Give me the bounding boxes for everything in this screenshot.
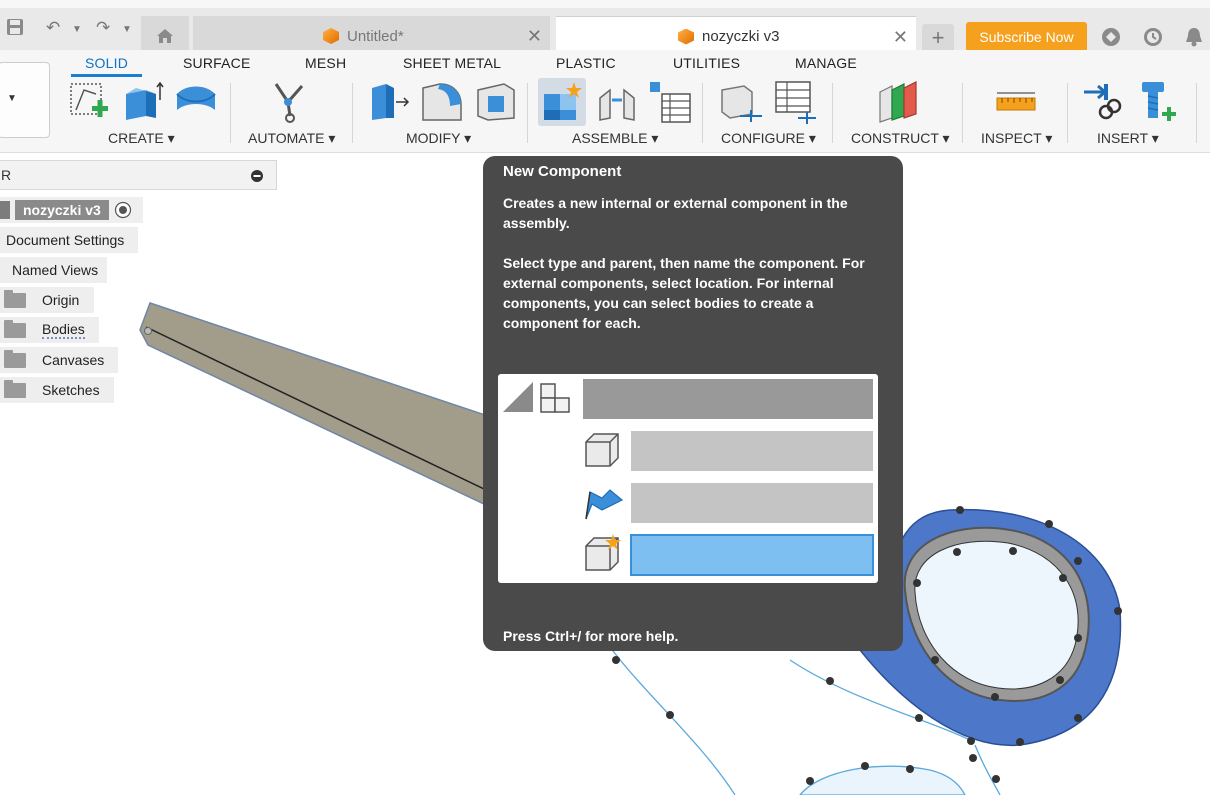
automate-icon[interactable] (268, 80, 312, 124)
create-sketch-icon[interactable] (68, 80, 110, 122)
redo-dropdown-icon[interactable]: ▼ (122, 24, 132, 35)
offset-plane-icon[interactable] (876, 80, 920, 124)
root-expander[interactable] (0, 201, 10, 219)
tooltip-details: Select type and parent, then name the co… (503, 255, 865, 331)
browser-item-named-views[interactable]: Named Views (0, 257, 107, 283)
group-inspect[interactable]: INSPECT ▾ (981, 130, 1052, 147)
revolve-icon[interactable] (174, 80, 218, 122)
extrude-icon[interactable] (122, 80, 164, 122)
tab-utilities[interactable]: UTILITIES (673, 55, 740, 71)
tab-surface[interactable]: SURFACE (183, 55, 251, 71)
collapse-panel-icon[interactable] (250, 169, 264, 183)
fillet-icon[interactable] (420, 80, 464, 122)
tooltip-illustration (498, 374, 878, 583)
app-window: ↶ ▼ ↷ ▼ Untitled* ✕ nozyczki v3 ✕ + Subs… (0, 0, 1210, 795)
measure-icon[interactable] (996, 90, 1036, 114)
group-separator (1067, 83, 1068, 143)
illustration-graphic (503, 379, 874, 576)
active-radio-icon[interactable] (114, 201, 132, 219)
group-construct[interactable]: CONSTRUCT ▾ (851, 130, 950, 147)
group-assemble[interactable]: ASSEMBLE ▾ (572, 130, 658, 147)
document-tab-label: Untitled* (347, 27, 404, 45)
active-tab-indicator (71, 74, 142, 77)
browser-item-canvases[interactable]: Canvases (0, 347, 118, 373)
browser-item-bodies[interactable]: Bodies (0, 317, 99, 343)
tree-item-label: Document Settings (6, 232, 125, 248)
browser-item-origin[interactable]: Origin (0, 287, 94, 313)
bill-of-materials-icon[interactable] (648, 80, 692, 124)
tree-item-label: Named Views (12, 262, 99, 278)
close-tab-icon[interactable]: ✕ (527, 26, 542, 47)
browser-item-sketches[interactable]: Sketches (0, 377, 114, 403)
tab-solid[interactable]: SOLID (85, 55, 128, 71)
joint-icon[interactable] (596, 80, 638, 122)
sketch-ellipse-partial (799, 765, 966, 795)
tab-manage[interactable]: MANAGE (795, 55, 857, 71)
tab-plastic[interactable]: PLASTIC (556, 55, 616, 71)
group-separator (352, 83, 353, 143)
tooltip-help-text: Press Ctrl+/ for more help. (503, 628, 679, 644)
new-component-icon[interactable] (542, 80, 584, 122)
group-separator (230, 83, 231, 143)
folder-icon (4, 379, 26, 398)
insert-derive-icon[interactable] (1082, 80, 1126, 124)
browser-root-item[interactable]: nozyczki v3 (0, 197, 143, 223)
design-file-icon (323, 28, 339, 44)
group-separator (832, 83, 833, 143)
document-tab-label: nozyczki v3 (702, 28, 780, 45)
tree-item-label: Sketches (42, 382, 100, 398)
folder-icon (4, 319, 26, 338)
subscribe-button[interactable]: Subscribe Now (966, 22, 1087, 52)
title-bar: ↶ ▼ ↷ ▼ Untitled* ✕ nozyczki v3 ✕ + Subs… (0, 0, 1210, 56)
group-automate[interactable]: AUTOMATE ▾ (248, 130, 335, 147)
group-separator (527, 83, 528, 143)
redo-icon[interactable]: ↷ (96, 18, 110, 38)
configure-design-icon[interactable] (720, 80, 764, 124)
tooltip-description: Creates a new internal or external compo… (503, 195, 848, 231)
tree-item-label: Canvases (42, 352, 105, 368)
new-component-tooltip: New Component Creates a new internal or … (483, 156, 903, 651)
group-create[interactable]: CREATE ▾ (108, 130, 175, 147)
group-separator (962, 83, 963, 143)
shell-icon[interactable] (474, 80, 518, 122)
tree-item-label: Bodies (42, 321, 85, 339)
workspace-switcher[interactable]: ▼ (0, 62, 50, 138)
sketch-curve-3 (974, 744, 1001, 795)
root-label: nozyczki v3 (15, 200, 109, 220)
browser-title: R (1, 167, 12, 183)
group-modify[interactable]: MODIFY ▾ (406, 130, 471, 147)
blade-pivot-point (144, 327, 152, 335)
save-icon[interactable] (6, 18, 24, 41)
configuration-table-icon[interactable] (774, 80, 818, 124)
group-configure[interactable]: CONFIGURE ▾ (721, 130, 816, 147)
browser-item-document-settings[interactable]: Document Settings (0, 227, 138, 253)
extensions-icon[interactable] (1100, 26, 1122, 48)
browser-header[interactable]: R (0, 160, 277, 190)
undo-dropdown-icon[interactable]: ▼ (72, 24, 82, 35)
folder-icon (4, 349, 26, 368)
insert-mcmaster-icon[interactable] (1136, 80, 1180, 124)
close-tab-icon[interactable]: ✕ (893, 27, 908, 48)
job-status-icon[interactable] (1142, 26, 1164, 48)
tree-item-label: Origin (42, 292, 80, 308)
tab-sheet-metal[interactable]: SHEET METAL (403, 55, 501, 71)
toolbar-ribbon: ▼ SOLID SURFACE MESH SHEET METAL PLASTIC… (0, 50, 1210, 153)
group-separator (1196, 83, 1197, 143)
notifications-icon[interactable] (1183, 26, 1205, 48)
design-file-icon (678, 28, 694, 45)
group-insert[interactable]: INSERT ▾ (1097, 130, 1159, 147)
tab-mesh[interactable]: MESH (305, 55, 346, 71)
chevron-down-icon: ▼ (7, 93, 17, 104)
home-icon (157, 29, 173, 43)
group-separator (702, 83, 703, 143)
undo-icon[interactable]: ↶ (46, 18, 60, 38)
press-pull-icon[interactable] (368, 80, 410, 122)
tooltip-title: New Component (503, 163, 622, 180)
folder-icon (4, 289, 26, 308)
